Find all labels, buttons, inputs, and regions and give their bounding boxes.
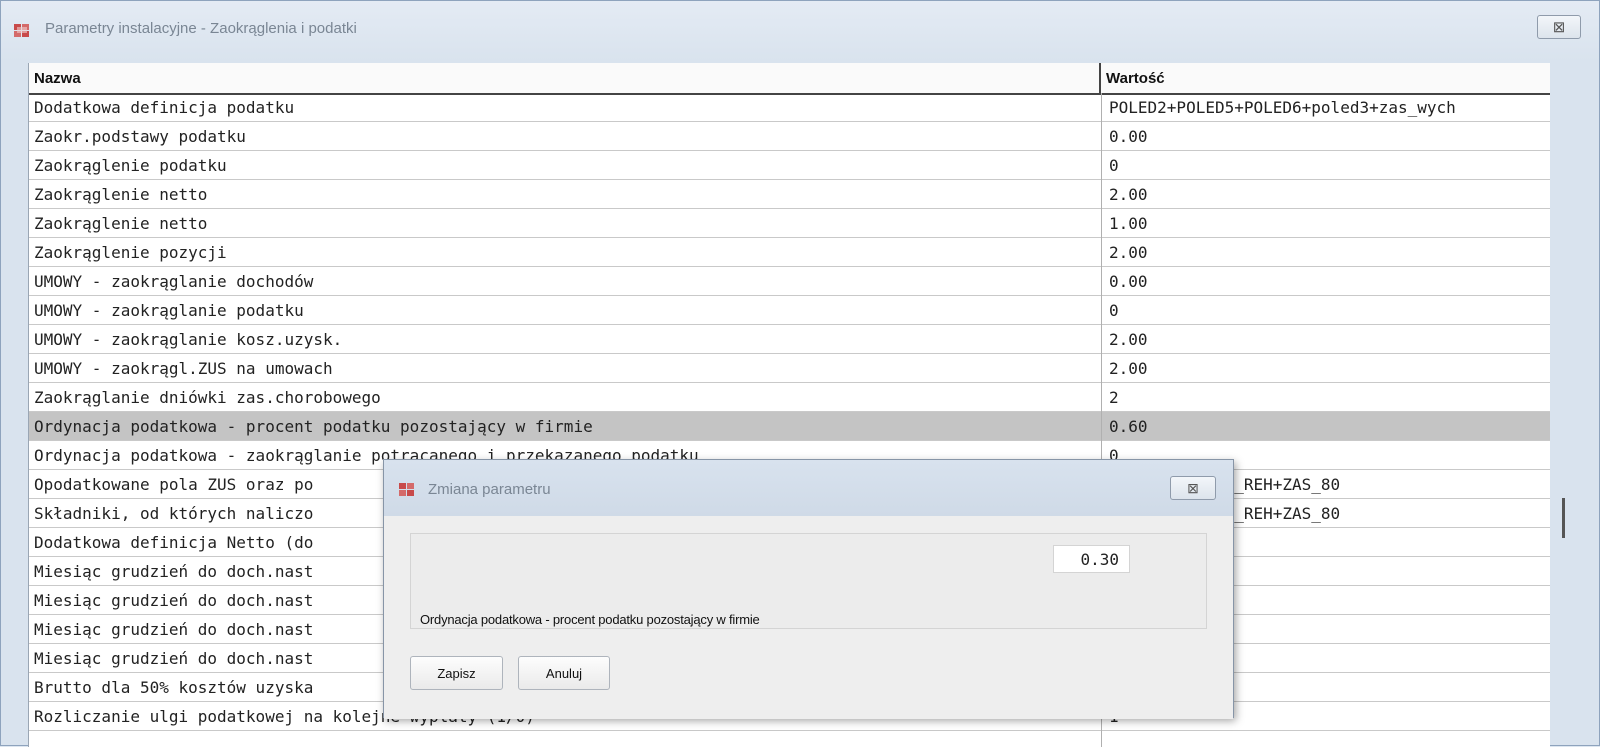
row-name-cell: Zaokrąglenie pozycji — [34, 243, 227, 262]
row-value-cell[interactable]: 0.00 — [1109, 267, 1550, 295]
row-value-cell[interactable]: 0.60 — [1109, 412, 1550, 440]
row-name-cell: Ordynacja podatkowa - procent podatku po… — [34, 417, 593, 436]
dialog-title: Zmiana parametru — [428, 481, 551, 498]
close-icon: ⊠ — [1552, 19, 1566, 36]
column-header-name[interactable]: Nazwa — [29, 63, 1101, 93]
parameter-value-input[interactable]: 0.30 — [1053, 545, 1130, 573]
table-row[interactable]: UMOWY - zaokrągl.ZUS na umowach 2.00 — [29, 354, 1550, 383]
table-row[interactable]: Zaokrąglenie netto 2.00 — [29, 180, 1550, 209]
row-name-cell: Zaokrąglenie podatku — [34, 156, 227, 175]
table-row[interactable]: Zaokrąglanie dniówki zas.chorobowego 2 — [29, 383, 1550, 412]
row-name-cell: UMOWY - zaokrągl.ZUS na umowach — [34, 359, 333, 378]
cancel-button[interactable]: Anuluj — [518, 656, 610, 690]
row-name-cell: Dodatkowa definicja podatku — [34, 98, 295, 117]
table-row[interactable]: UMOWY - zaokrąglanie dochodów 0.00 — [29, 267, 1550, 296]
title-bar: Parametry instalacyjne - Zaokrąglenia i … — [1, 1, 1599, 59]
row-value-cell[interactable]: 2 — [1109, 383, 1550, 411]
table-row[interactable]: Zaokrąglenie netto 1.00 — [29, 209, 1550, 238]
row-value-cell[interactable]: POLED2+POLED5+POLED6+poled3+zas_wych — [1109, 93, 1550, 121]
row-value-cell[interactable]: 2.00 — [1109, 354, 1550, 382]
row-name-cell: Zaokrąglenie netto — [34, 214, 208, 233]
row-name-cell: UMOWY - zaokrąglanie podatku — [34, 301, 304, 320]
table-row[interactable]: Dodatkowa definicja podatku POLED2+POLED5… — [29, 93, 1550, 122]
row-value-cell[interactable]: 2.00 — [1109, 180, 1550, 208]
column-header-value[interactable]: Wartość — [1101, 63, 1550, 93]
row-name-cell: UMOWY - zaokrąglanie kosz.uzysk. — [34, 330, 343, 349]
scrollbar-thumb[interactable] — [1562, 498, 1565, 538]
table-row[interactable]: UMOWY - zaokrąglanie podatku 0 — [29, 296, 1550, 325]
row-name-cell: Zaokr.podstawy podatku — [34, 127, 246, 146]
row-value-cell[interactable]: 1.00 — [1109, 209, 1550, 237]
table-row[interactable]: Zaokrąglenie podatku 0 — [29, 151, 1550, 180]
row-name-cell: Zaokrąglanie dniówki zas.chorobowego — [34, 388, 381, 407]
table-row[interactable]: Zaokrąglenie pozycji 2.00 — [29, 238, 1550, 267]
row-name-cell: Zaokrąglenie netto — [34, 185, 208, 204]
close-icon: ⊠ — [1187, 479, 1199, 496]
window-title: Parametry instalacyjne - Zaokrąglenia i … — [45, 20, 357, 37]
save-button[interactable]: Zapisz — [410, 656, 503, 690]
dialog-app-icon — [399, 483, 414, 496]
table-row[interactable]: UMOWY - zaokrąglanie kosz.uzysk. 2.00 — [29, 325, 1550, 354]
row-value-cell[interactable]: 2.00 — [1109, 238, 1550, 266]
parameter-label: Ordynacja podatkowa - procent podatku po… — [420, 612, 760, 627]
table-row[interactable]: Zaokr.podstawy podatku 0.00 — [29, 122, 1550, 151]
row-value-cell[interactable]: 2.00 — [1109, 325, 1550, 353]
table-row[interactable]: Ordynacja podatkowa - procent podatku po… — [29, 412, 1550, 441]
dialog-close-button[interactable]: ⊠ — [1170, 476, 1216, 500]
row-value-cell[interactable]: 0 — [1109, 151, 1550, 179]
dialog-title-bar: Zmiana parametru ⊠ — [384, 460, 1233, 516]
app-icon — [14, 24, 29, 37]
window-close-button[interactable]: ⊠ — [1537, 15, 1581, 39]
row-name-cell: UMOWY - zaokrąglanie dochodów — [34, 272, 314, 291]
row-value-cell[interactable]: 0.00 — [1109, 122, 1550, 150]
row-value-cell[interactable]: 0 — [1109, 296, 1550, 324]
change-parameter-dialog: Zmiana parametru ⊠ Ordynacja podatkowa -… — [383, 459, 1234, 719]
grid-header: Nazwa Wartość — [29, 63, 1550, 95]
